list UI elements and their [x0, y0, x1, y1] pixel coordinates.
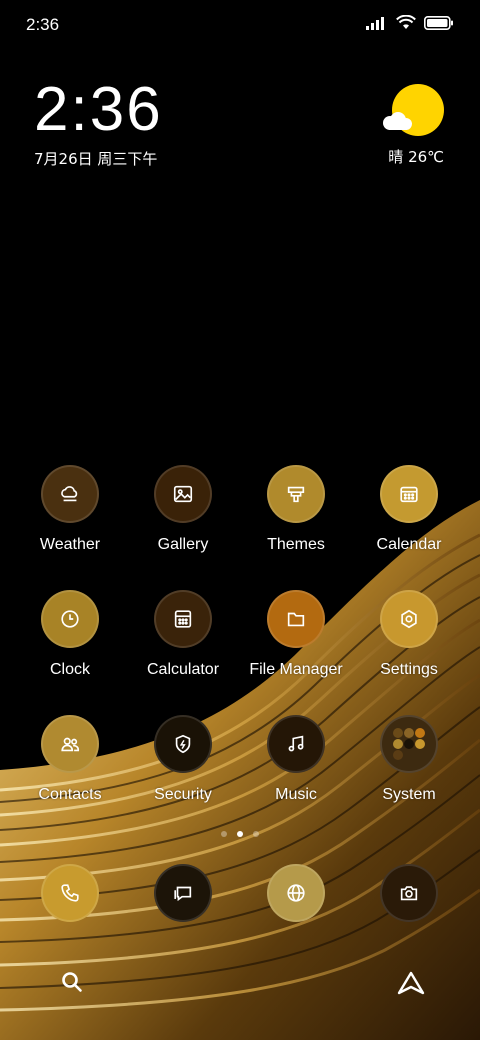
dock-browser[interactable] — [236, 864, 356, 922]
contacts-icon — [41, 715, 99, 773]
page-indicator[interactable] — [0, 831, 480, 837]
calendar-icon — [380, 465, 438, 523]
app-system-folder[interactable]: System — [349, 715, 469, 804]
app-music[interactable]: Music — [236, 715, 356, 804]
battery-icon — [424, 15, 453, 30]
app-label: Calendar — [376, 536, 442, 553]
page-dot[interactable] — [221, 831, 227, 837]
app-label: Contacts — [38, 786, 102, 803]
cloud-icon — [383, 112, 412, 130]
app-label: File Manager — [249, 661, 343, 678]
clock-widget[interactable]: 2:36 7月26日 周三下午 — [34, 78, 163, 169]
gallery-icon — [154, 465, 212, 523]
app-label: Calculator — [146, 661, 220, 678]
shield-icon — [154, 715, 212, 773]
app-clock[interactable]: Clock — [10, 590, 130, 679]
bottom-bar — [40, 958, 440, 1008]
settings-icon — [380, 590, 438, 648]
app-calculator[interactable]: Calculator — [123, 590, 243, 679]
browser-icon — [267, 864, 325, 922]
app-label: Music — [275, 786, 317, 803]
weather-temp: 晴 26℃ — [388, 148, 444, 166]
status-time: 2:36 — [26, 15, 60, 34]
weather-widget[interactable]: 晴 26℃ — [370, 84, 444, 174]
dock-camera[interactable] — [349, 864, 469, 922]
app-label: Weather — [39, 536, 101, 553]
app-file-manager[interactable]: File Manager — [236, 590, 356, 679]
app-label: Clock — [49, 661, 90, 678]
message-icon — [154, 864, 212, 922]
signal-icon — [366, 16, 384, 30]
wifi-icon — [396, 15, 416, 29]
app-contacts[interactable]: Contacts — [10, 715, 130, 804]
app-label: Gallery — [157, 536, 209, 553]
phone-icon — [41, 864, 99, 922]
weather-icon — [41, 465, 99, 523]
page-dot[interactable] — [253, 831, 259, 837]
app-themes[interactable]: Themes — [236, 465, 356, 554]
page-dot-active[interactable] — [237, 831, 243, 837]
dock-phone[interactable] — [10, 864, 130, 922]
search-icon[interactable] — [60, 970, 84, 998]
widget-date: 7月26日 周三下午 — [34, 150, 158, 168]
app-label: Themes — [267, 536, 325, 553]
widget-time: 2:36 — [34, 75, 163, 144]
calculator-icon — [154, 590, 212, 648]
app-label: System — [382, 786, 436, 803]
app-label: Settings — [380, 661, 438, 678]
app-gallery[interactable]: Gallery — [123, 465, 243, 554]
camera-icon — [380, 864, 438, 922]
clock-icon — [41, 590, 99, 648]
app-label: Security — [154, 786, 212, 803]
dock-messages[interactable] — [123, 864, 243, 922]
app-weather[interactable]: Weather — [10, 465, 130, 554]
status-bar: 2:36 — [0, 0, 480, 50]
assistant-icon[interactable] — [396, 970, 426, 1000]
folder-grid-icon — [380, 715, 438, 773]
music-icon — [267, 715, 325, 773]
folder-icon — [267, 590, 325, 648]
app-settings[interactable]: Settings — [349, 590, 469, 679]
app-security[interactable]: Security — [123, 715, 243, 804]
app-calendar[interactable]: Calendar — [349, 465, 469, 554]
themes-icon — [267, 465, 325, 523]
status-icons — [366, 15, 454, 30]
